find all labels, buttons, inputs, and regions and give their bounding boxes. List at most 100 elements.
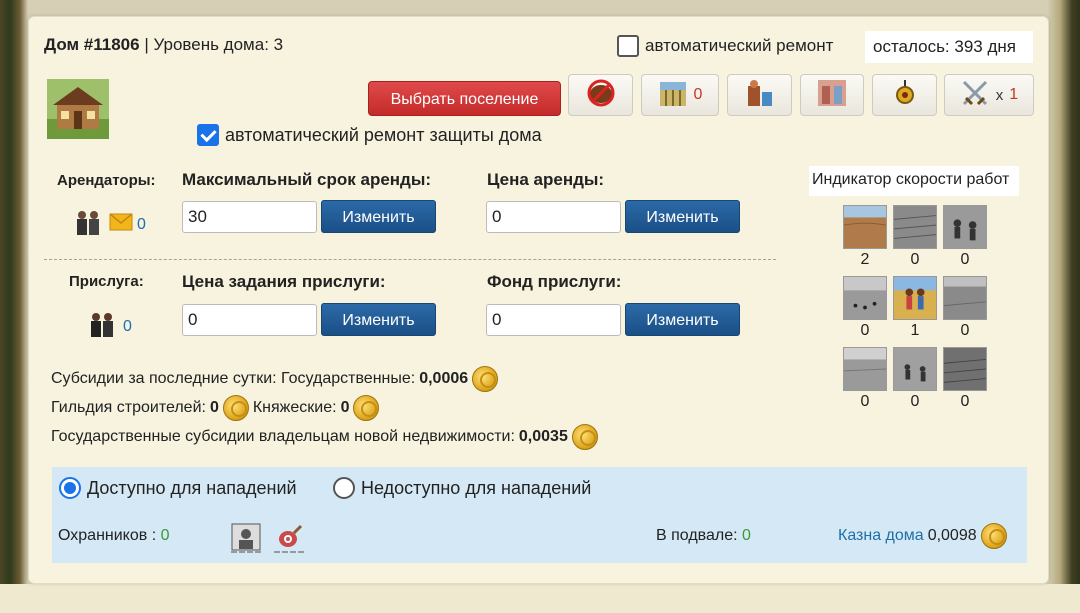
coin-icon	[980, 523, 1007, 549]
speed-indicator-title: Индикатор скорости работ	[809, 166, 1019, 196]
coin-icon	[472, 366, 499, 392]
new-property-value: 0,0035	[518, 428, 568, 445]
speed-value: 0	[960, 322, 970, 339]
house-icon	[47, 79, 109, 139]
basement-info: В подвале: 0	[656, 527, 751, 545]
attack-unavailable-option[interactable]: Недоступно для нападений	[333, 477, 591, 499]
coin-icon	[222, 395, 249, 421]
toolbar-button-swords[interactable]: x 1	[944, 74, 1034, 116]
grass-field-icon	[943, 276, 987, 320]
envelope-icon	[109, 213, 133, 236]
workers-field-icon	[893, 347, 937, 391]
tenants-label: Арендаторы:	[57, 172, 156, 189]
auto-repair-label: автоматический ремонт	[645, 36, 834, 55]
tenants-info: 0	[73, 207, 146, 242]
background-right	[1046, 0, 1080, 613]
auto-defense-repair-checkbox[interactable]	[197, 124, 219, 146]
state-subsidy-value: 0,0006	[419, 370, 469, 387]
toolbar-button-workshop[interactable]	[727, 74, 792, 116]
toolbar-button-amulet[interactable]	[872, 74, 937, 116]
attack-unavailable-radio[interactable]	[333, 477, 355, 499]
princely-value: 0	[340, 399, 350, 416]
field-count: 0	[693, 86, 703, 103]
basement-count: 0	[742, 527, 751, 544]
amulet-icon	[893, 78, 917, 113]
subsidies-line-state: Субсидии за последние сутки: Государстве…	[51, 366, 499, 392]
tenants-count: 0	[137, 215, 146, 233]
attack-available-radio[interactable]	[59, 477, 81, 499]
rent-price-change-button[interactable]: Изменить	[625, 200, 740, 233]
task-price-change-button[interactable]: Изменить	[321, 303, 436, 336]
speed-value: 2	[860, 251, 870, 268]
remaining-days: осталось: 393 дня	[865, 31, 1033, 63]
max-term-input[interactable]: 30	[182, 201, 317, 233]
rent-price-label: Цена аренды:	[487, 170, 605, 189]
toolbar-button-field[interactable]: 0	[641, 74, 719, 116]
auto-defense-repair-label: автоматический ремонт защиты дома	[225, 124, 542, 145]
building-icon	[816, 78, 848, 113]
attack-settings-zone: Доступно для нападений Недоступно для на…	[52, 467, 1027, 563]
servant-fund-input[interactable]: 0	[486, 304, 621, 336]
rows-field-icon	[943, 347, 987, 391]
servants-people-icon	[87, 309, 119, 344]
swords-count: 1	[1009, 86, 1019, 103]
speed-value: 0	[960, 393, 970, 410]
house-number: Дом #11806	[44, 35, 140, 54]
speed-value: 0	[860, 322, 870, 339]
subsidies-label: Субсидии за последние сутки: Государстве…	[51, 370, 416, 387]
grain-field-icon	[658, 78, 688, 113]
house-panel: Дом #11806 | Уровень дома: 3 автоматичес…	[28, 16, 1049, 584]
servants-count: 0	[123, 317, 132, 335]
section-divider	[44, 259, 776, 260]
guards-info: Охранников : 0	[58, 527, 170, 545]
title-separator: |	[144, 35, 149, 54]
speed-indicator-grid: 2 0 0 0 1 0 0 0 0	[843, 205, 991, 411]
guards-count: 0	[160, 527, 170, 544]
auto-repair-checkbox[interactable]	[617, 35, 639, 57]
meat-target-icon[interactable]	[274, 523, 304, 553]
coin-icon	[571, 424, 598, 450]
guard-portrait-icon[interactable]	[231, 523, 261, 553]
attack-available-option[interactable]: Доступно для нападений	[59, 477, 297, 499]
toolbar-button-pests[interactable]	[568, 74, 633, 116]
guild-label: Гильдия строителей:	[51, 399, 206, 416]
servants-label: Прислуга:	[69, 273, 144, 290]
treasury-value: 0,0098	[927, 527, 977, 544]
crop-field-icon	[843, 347, 887, 391]
house-title: Дом #11806 | Уровень дома: 3	[44, 35, 283, 55]
treasury-link[interactable]: Казна дома	[838, 527, 924, 545]
speed-value: 0	[960, 251, 970, 268]
treasury-info: Казна дома 0,0098	[838, 523, 1007, 549]
max-term-change-button[interactable]: Изменить	[321, 200, 436, 233]
auto-repair-toggle[interactable]: автоматический ремонт	[617, 35, 833, 57]
select-settlement-button[interactable]: Выбрать поселение	[368, 81, 561, 116]
farmers-icon	[943, 205, 987, 249]
auto-defense-repair-toggle[interactable]: автоматический ремонт защиты дома	[197, 124, 542, 146]
servant-fund-change-button[interactable]: Изменить	[625, 303, 740, 336]
new-property-label: Государственные субсидии владельцам ново…	[51, 428, 515, 445]
task-price-input[interactable]: 0	[182, 304, 317, 336]
no-pests-icon	[584, 78, 618, 113]
furrow-field-icon	[893, 205, 937, 249]
attack-available-label: Доступно для нападений	[87, 477, 297, 498]
task-price-label: Цена задания прислуги:	[182, 272, 386, 291]
birds-field-icon	[843, 276, 887, 320]
princely-label: Княжеские:	[252, 399, 337, 416]
couple-farmers-icon	[893, 276, 937, 320]
rent-price-input[interactable]: 0	[486, 201, 621, 233]
speed-value: 0	[860, 393, 870, 410]
max-term-label: Максимальный срок аренды:	[182, 170, 432, 189]
speed-value: 0	[910, 393, 920, 410]
speed-value: 0	[910, 251, 920, 268]
speed-value: 1	[910, 322, 920, 339]
attack-unavailable-label: Недоступно для нападений	[361, 477, 592, 498]
subsidies-line-new-property: Государственные субсидии владельцам ново…	[51, 424, 598, 450]
tenants-people-icon	[73, 207, 105, 242]
coin-icon	[353, 395, 380, 421]
bottom-strip	[0, 584, 1080, 613]
guild-value: 0	[209, 399, 219, 416]
plowed-field-icon	[843, 205, 887, 249]
servant-fund-label: Фонд прислуги:	[487, 272, 622, 291]
basement-label: В подвале:	[656, 527, 738, 544]
toolbar-button-building[interactable]	[800, 74, 864, 116]
